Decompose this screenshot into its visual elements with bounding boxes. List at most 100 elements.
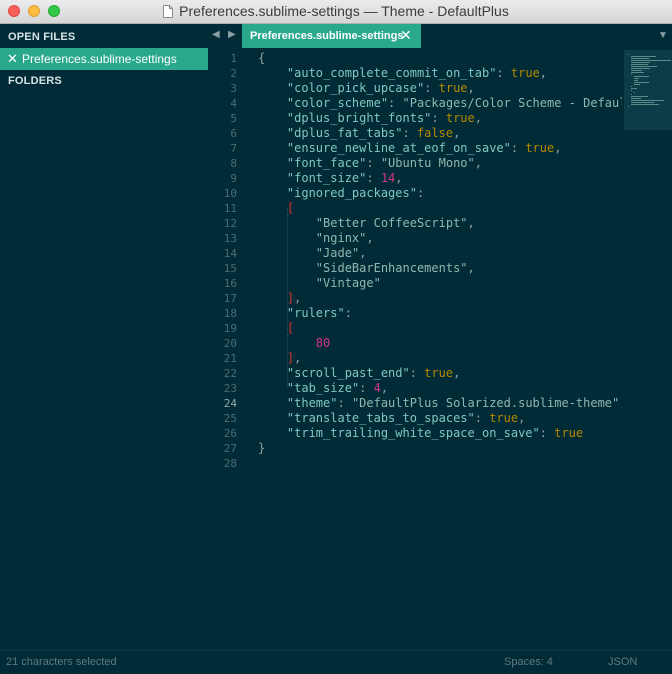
code-line: "font_size": 14, — [258, 171, 403, 186]
tab-preferences[interactable]: Preferences.sublime-settings ✕ — [242, 24, 421, 48]
code-token: true — [554, 426, 584, 440]
minimap-line — [630, 56, 656, 57]
code-line: ], — [258, 351, 301, 366]
line-number: 19 — [223, 322, 237, 335]
code-line: [ — [258, 321, 294, 336]
code-token: , — [474, 156, 482, 170]
open-file-item[interactable]: ✕ Preferences.sublime-settings — [0, 48, 208, 70]
line-number: 5 — [230, 112, 237, 125]
line-number: 9 — [230, 172, 237, 185]
code-line: "Vintage" — [258, 276, 381, 291]
code-line: [ — [258, 201, 294, 216]
minimap-line — [630, 68, 650, 69]
line-number: 25 — [223, 412, 237, 425]
code-token: "font_face" — [258, 156, 367, 170]
minimap-line — [630, 64, 648, 65]
indent-status[interactable]: Spaces: 4 — [504, 656, 553, 668]
code-token: : — [359, 381, 374, 395]
code-line: "dplus_fat_tabs": false, — [258, 126, 460, 141]
code-token: 4 — [373, 381, 381, 395]
minimap-line — [630, 94, 633, 95]
code-token: true — [445, 111, 475, 125]
minimap-line — [630, 70, 642, 71]
chevron-left-icon[interactable]: ◀ — [212, 29, 220, 40]
code-token: "scroll_past_end" — [258, 366, 410, 380]
code-token: , — [294, 351, 302, 365]
code-line: "nginx", — [258, 231, 374, 246]
line-number: 27 — [223, 442, 237, 455]
minimap-line — [633, 84, 640, 85]
title-bar: Preferences.sublime-settings — Theme - D… — [0, 0, 672, 24]
line-number: 7 — [230, 142, 237, 155]
code-token: "theme" — [258, 396, 338, 410]
code-token: true — [438, 81, 468, 95]
code-token: "ignored_packages" — [258, 186, 417, 200]
code-token: : — [366, 156, 381, 170]
close-icon[interactable]: ✕ — [7, 51, 18, 67]
window-title-wrap: Preferences.sublime-settings — Theme - D… — [0, 3, 672, 19]
minimap-line — [630, 62, 650, 63]
line-number: 12 — [223, 217, 237, 230]
minimap-line — [630, 96, 648, 97]
code-token: "SideBarEnhancements" — [258, 261, 468, 275]
code-token: , — [395, 171, 403, 185]
close-icon[interactable]: ✕ — [400, 27, 412, 44]
minimap[interactable] — [622, 48, 672, 650]
code-token: "translate_tabs_to_spaces" — [258, 411, 475, 425]
line-number: 20 — [223, 337, 237, 350]
folders-header: FOLDERS — [8, 75, 62, 87]
line-number: 18 — [223, 307, 237, 320]
line-number-gutter: 1 2 3 4 5 6 7 8 9 10 11 12 13 14 15 16 17 18 19 20 21 22 23 24 2… — [208, 48, 248, 650]
chevron-down-icon[interactable]: ▼ — [658, 30, 668, 41]
code-line: "font_face": "Ubuntu Mono", — [258, 156, 482, 171]
open-files-header: OPEN FILES — [8, 31, 76, 43]
minimap-line — [633, 76, 649, 77]
code-token: , — [467, 81, 475, 95]
code-token: : — [496, 66, 511, 80]
code-token: : — [431, 111, 446, 125]
code-token: true — [489, 411, 519, 425]
code-token: "dplus_bright_fonts" — [258, 111, 432, 125]
minimap-line — [630, 66, 658, 67]
code-line: } — [258, 441, 265, 456]
code-token: ] — [258, 351, 295, 365]
code-token: "Jade" — [258, 246, 360, 260]
minimap-line — [633, 82, 649, 83]
sidebar: OPEN FILES ✕ Preferences.sublime-setting… — [0, 24, 208, 650]
code-line: "Jade", — [258, 246, 367, 261]
code-token: : — [539, 426, 555, 440]
line-number: 10 — [223, 187, 237, 200]
code-line: 80 — [258, 336, 330, 351]
window-title: Preferences.sublime-settings — Theme - D… — [179, 3, 509, 19]
code-token: "dplus_fat_tabs" — [258, 126, 403, 140]
code-token: false — [416, 126, 454, 140]
line-number: 14 — [223, 247, 237, 260]
code-token: : — [510, 141, 526, 155]
minimap-line — [633, 78, 640, 79]
code-line: "color_scheme": "Packages/Color Scheme -… — [258, 96, 622, 111]
code-token: } — [258, 441, 266, 455]
code-token: "color_pick_upcase" — [258, 81, 425, 95]
line-number: 23 — [223, 382, 237, 395]
chevron-right-icon[interactable]: ▶ — [228, 29, 236, 40]
minimap-line — [630, 102, 654, 103]
code-token: 80 — [258, 336, 331, 350]
syntax-status[interactable]: JSON — [608, 656, 637, 668]
code-token: : — [388, 96, 403, 110]
line-number: 13 — [223, 232, 237, 245]
code-editor[interactable]: { "auto_complete_commit_on_tab": true, "… — [258, 48, 622, 650]
code-token: : — [337, 396, 352, 410]
minimap-line — [630, 58, 649, 59]
minimap-line — [628, 54, 629, 55]
code-token: , — [518, 411, 526, 425]
code-line: "dplus_bright_fonts": true, — [258, 111, 482, 126]
code-token: { — [258, 51, 266, 65]
line-number: 1 — [230, 52, 237, 65]
code-token: : — [366, 171, 381, 185]
code-token: "Packages/Color Scheme - Default/Solariz… — [402, 96, 623, 110]
code-token: "auto_complete_commit_on_tab" — [258, 66, 497, 80]
code-token: "trim_trailing_white_space_on_save" — [258, 426, 540, 440]
line-number: 6 — [230, 127, 237, 140]
line-number: 28 — [223, 457, 237, 470]
code-token: true — [525, 141, 555, 155]
